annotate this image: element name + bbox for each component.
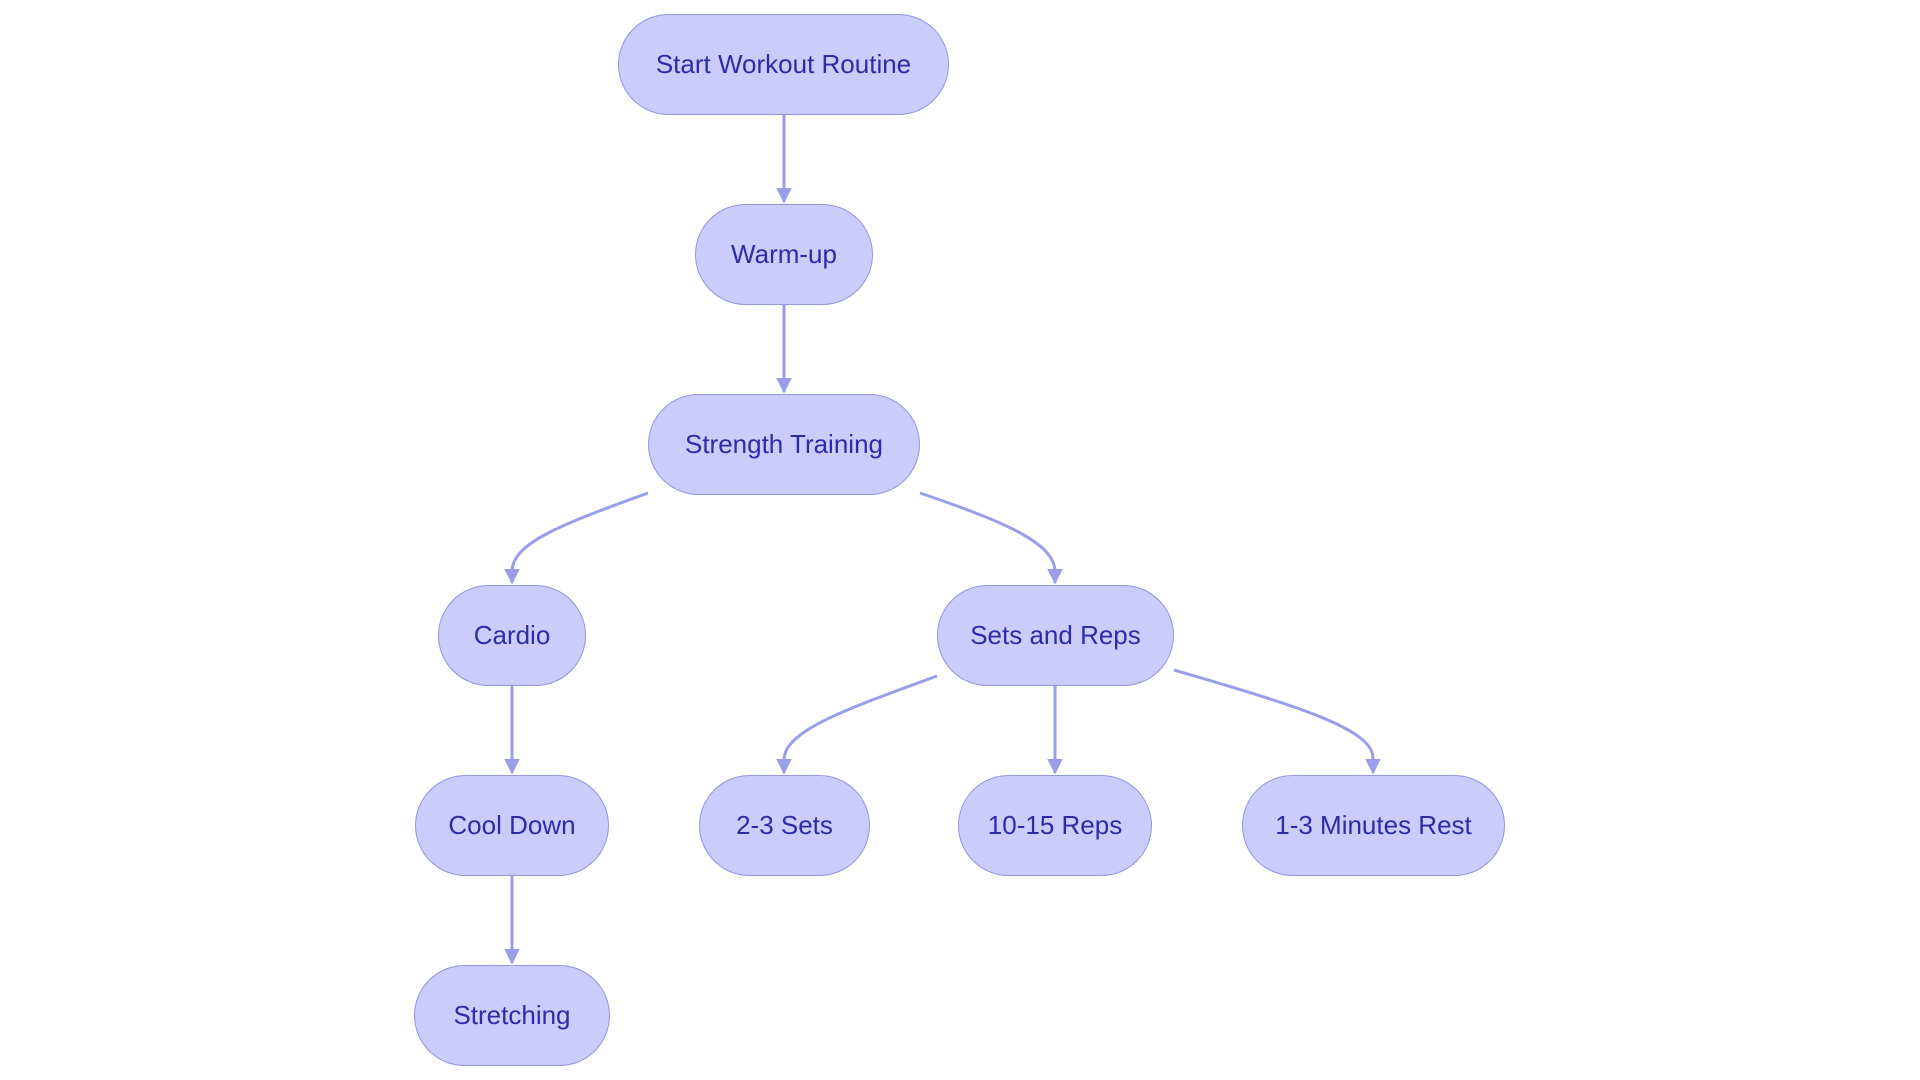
node-label: Strength Training — [684, 429, 883, 459]
edges-layer — [504, 115, 1381, 965]
node-warm-up[interactable]: Warm-up — [695, 204, 873, 305]
edge-sets-reps-to-rest — [1173, 668, 1381, 775]
node-label: Stretching — [453, 1000, 571, 1030]
node-label: Warm-up — [731, 239, 837, 269]
node-cardio[interactable]: Cardio — [438, 585, 586, 686]
node-2-3-sets[interactable]: 2-3 Sets — [699, 775, 870, 876]
node-label: Start Workout Routine — [655, 49, 912, 79]
node-label: 1-3 Minutes Rest — [1275, 810, 1472, 840]
node-strength-training[interactable]: Strength Training — [648, 394, 920, 495]
node-10-15-reps[interactable]: 10-15 Reps — [958, 775, 1152, 876]
node-stretching[interactable]: Stretching — [414, 965, 610, 1066]
node-cool-down[interactable]: Cool Down — [415, 775, 609, 876]
node-label: Cool Down — [448, 810, 576, 840]
node-label: 2-3 Sets — [736, 810, 833, 840]
node-start-workout-routine[interactable]: Start Workout Routine — [618, 14, 949, 115]
node-label: Sets and Reps — [970, 620, 1141, 650]
node-sets-and-reps[interactable]: Sets and Reps — [937, 585, 1174, 686]
node-1-3-minutes-rest[interactable]: 1-3 Minutes Rest — [1242, 775, 1505, 876]
edge-strength-to-sets-reps — [919, 491, 1063, 585]
node-label: Cardio — [473, 620, 551, 650]
edge-strength-to-cardio — [504, 491, 649, 585]
edge-sets-reps-to-sets — [776, 674, 938, 775]
node-label: 10-15 Reps — [987, 810, 1123, 840]
